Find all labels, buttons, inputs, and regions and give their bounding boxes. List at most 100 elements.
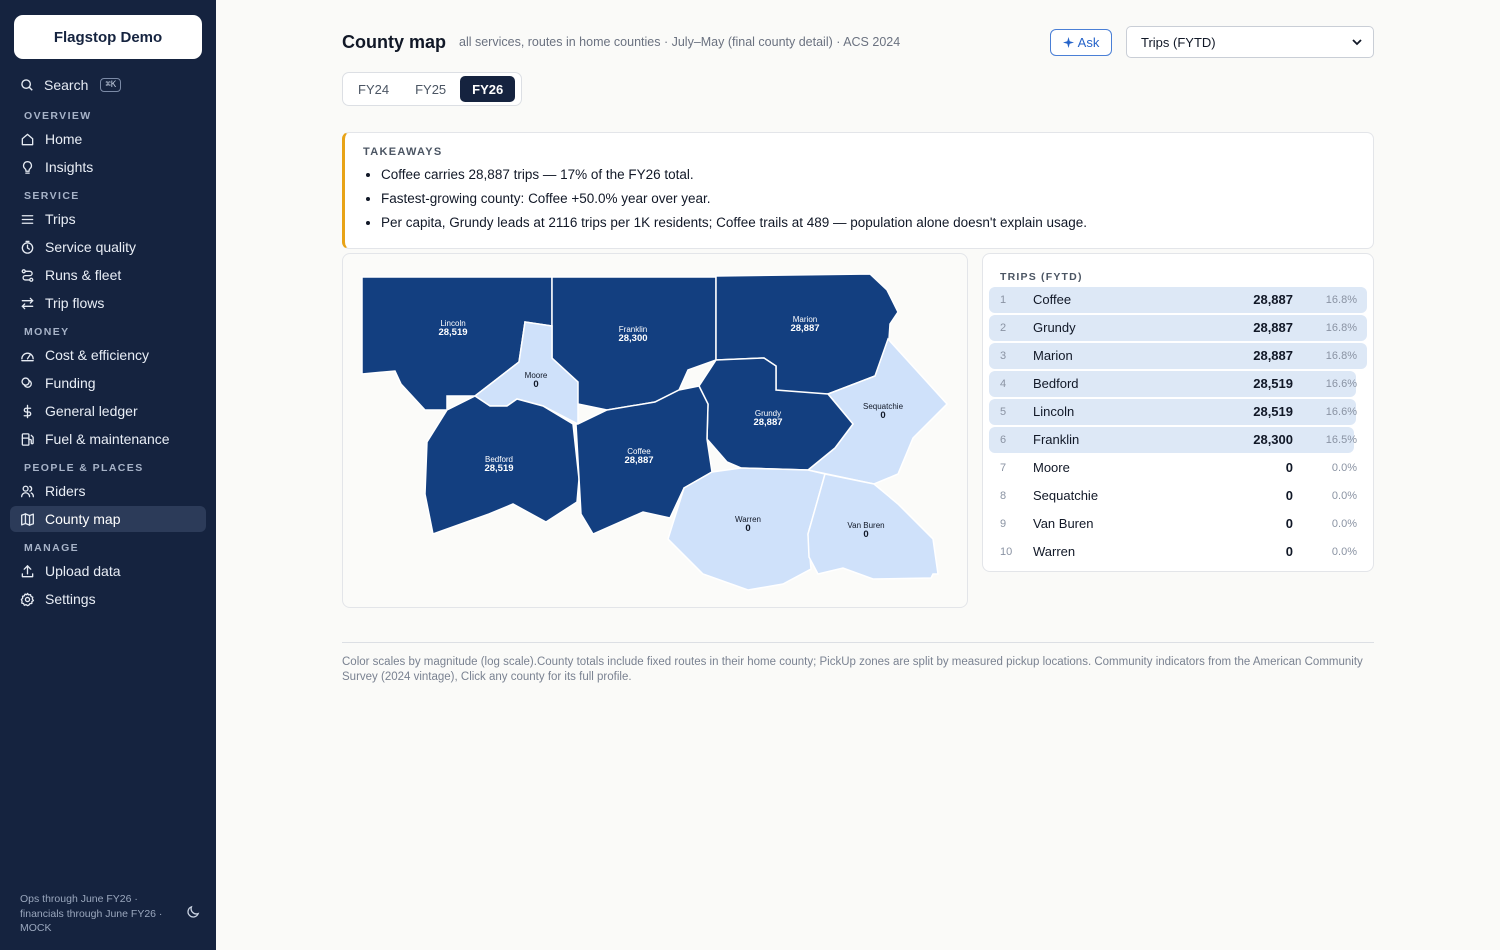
metric-selected-value: Trips (FYTD)	[1141, 34, 1216, 50]
sidebar: Flagstop Demo Search ⌘K OVERVIEW Home Insi…	[0, 0, 216, 950]
county-value-label: 0	[863, 529, 868, 540]
fy-option-fy26[interactable]: FY26	[460, 76, 516, 102]
county-value-label: 0	[880, 410, 885, 421]
sidebar-item-trips[interactable]: Trips	[10, 206, 206, 232]
fy-option-fy24[interactable]: FY24	[346, 76, 401, 102]
trip-count: 0	[1285, 460, 1293, 475]
ranking-row[interactable]: 10 Warren 0 0.0%	[989, 538, 1367, 566]
sidebar-item-insights[interactable]: Insights	[10, 154, 206, 180]
county-name: Lincoln	[1033, 404, 1075, 419]
map-icon	[21, 512, 34, 526]
ranking-title: TRIPS (FYTD)	[1000, 271, 1083, 283]
divider	[342, 642, 1374, 643]
sidebar-item-county-map[interactable]: County map	[10, 506, 206, 532]
fy-option-fy25[interactable]: FY25	[403, 76, 458, 102]
county-warren[interactable]: Warren0	[667, 467, 826, 591]
sidebar-item-home[interactable]: Home	[10, 126, 206, 152]
county-name: Moore	[1033, 460, 1070, 475]
ranking-row[interactable]: 7 Moore 0 0.0%	[989, 454, 1367, 482]
share-percent: 16.5%	[1325, 434, 1357, 446]
trip-count: 0	[1285, 544, 1293, 559]
share-percent: 0.0%	[1331, 490, 1357, 502]
app-brand[interactable]: Flagstop Demo	[14, 15, 202, 59]
county-value-label: 0	[533, 379, 538, 390]
county-value-label: 28,887	[790, 323, 819, 334]
county-map-card: Lincoln 28,519 Franklin 28,300 Marion 28,887 M…	[342, 253, 968, 608]
rank-number: 5	[1000, 406, 1007, 418]
main-content: County map all services, routes in home …	[216, 0, 1500, 950]
takeaway-item: Per capita, Grundy leads at 2116 trips p…	[381, 211, 1355, 235]
county-van-buren[interactable]: Van Buren0	[807, 473, 939, 580]
ranking-row[interactable]: 2 Grundy 28,887 16.8%	[989, 314, 1367, 342]
county-value-label: 28,300	[618, 333, 647, 344]
rank-number: 7	[1000, 462, 1007, 474]
sidebar-item-label: Insights	[45, 159, 94, 175]
county-value-label: 28,887	[624, 455, 653, 466]
sidebar-item-label: Riders	[45, 483, 86, 499]
sidebar-item-general-ledger[interactable]: General ledger	[10, 398, 206, 424]
search-icon	[21, 79, 33, 91]
page-title: County map	[342, 32, 447, 52]
nav-section-title: MANAGE	[24, 542, 80, 554]
sidebar-item-cost-and-efficiency[interactable]: Cost & efficiency	[10, 342, 206, 368]
ranking-row[interactable]: 5 Lincoln 28,519 16.6%	[989, 398, 1367, 426]
fuel-icon	[21, 432, 34, 446]
takeaway-item: Coffee carries 28,887 trips — 17% of the…	[381, 163, 1355, 187]
moon-icon[interactable]	[186, 904, 201, 919]
share-percent: 16.6%	[1325, 378, 1357, 390]
metric-select[interactable]: Trips (FYTD)	[1126, 26, 1374, 58]
share-percent: 16.8%	[1325, 294, 1357, 306]
ask-button[interactable]: Ask	[1050, 29, 1112, 56]
sidebar-item-runs-and-fleet[interactable]: Runs & fleet	[10, 262, 206, 288]
sidebar-item-riders[interactable]: Riders	[10, 478, 206, 504]
ranking-row[interactable]: 9 Van Buren 0 0.0%	[989, 510, 1367, 538]
rank-number: 2	[1000, 322, 1007, 334]
nav-section-title: MONEY	[24, 326, 70, 338]
sidebar-item-label: General ledger	[45, 403, 138, 419]
sidebar-item-funding[interactable]: Funding	[10, 370, 206, 396]
ranking-row[interactable]: 8 Sequatchie 0 0.0%	[989, 482, 1367, 510]
ranking-row[interactable]: 6 Franklin 28,300 16.5%	[989, 426, 1367, 454]
ranking-row[interactable]: 1 Coffee 28,887 16.8%	[989, 286, 1367, 314]
ranking-list: 1 Coffee 28,887 16.8% 2 Grundy 28,887 16.8% 3 Mar…	[989, 286, 1367, 566]
sidebar-item-fuel-and-maintenance[interactable]: Fuel & maintenance	[10, 426, 206, 452]
share-percent: 0.0%	[1331, 462, 1357, 474]
rank-number: 8	[1000, 490, 1007, 502]
sidebar-item-label: Service quality	[45, 239, 137, 255]
county-name: Marion	[1033, 348, 1073, 363]
sidebar-item-trip-flows[interactable]: Trip flows	[10, 290, 206, 316]
trip-count: 0	[1285, 488, 1293, 503]
chevron-down-icon	[1352, 39, 1362, 46]
sidebar-item-label: County map	[45, 511, 121, 527]
share-percent: 0.0%	[1331, 546, 1357, 558]
trip-count: 0	[1285, 516, 1293, 531]
nav-section-title: SERVICE	[24, 190, 80, 202]
trip-count: 28,519	[1253, 376, 1293, 391]
methodology-note: Color scales by magnitude (log scale).Co…	[342, 656, 1363, 683]
sidebar-item-upload-data[interactable]: Upload data	[10, 558, 206, 584]
page-subtitle: all services, routes in home counties · …	[459, 35, 901, 49]
trip-count: 28,300	[1253, 432, 1293, 447]
route-icon	[21, 268, 34, 282]
sidebar-item-label: Trips	[45, 211, 76, 227]
rank-number: 6	[1000, 434, 1007, 446]
search-button[interactable]: Search ⌘K	[20, 77, 122, 93]
county-value-label: 28,519	[484, 463, 513, 474]
county-value-label: 28,519	[438, 327, 467, 338]
county-name: Warren	[1033, 544, 1076, 559]
lightbulb-icon	[22, 160, 33, 174]
takeaways-list: Coffee carries 28,887 trips — 17% of the…	[363, 163, 1355, 235]
sidebar-item-service-quality[interactable]: Service quality	[10, 234, 206, 260]
sidebar-item-label: Cost & efficiency	[45, 347, 150, 363]
rank-number: 4	[1000, 378, 1007, 390]
county-name: Coffee	[1033, 292, 1072, 307]
ranking-row[interactable]: 4 Bedford 28,519 16.6%	[989, 370, 1367, 398]
sidebar-item-label: Settings	[45, 591, 96, 607]
share-percent: 16.6%	[1325, 406, 1357, 418]
sidebar-item-settings[interactable]: Settings	[10, 586, 206, 612]
data-freshness-note: Ops through June FY26 · financials throu…	[20, 893, 163, 934]
ranking-row[interactable]: 3 Marion 28,887 16.8%	[989, 342, 1367, 370]
home-icon	[21, 133, 34, 145]
county-bedford[interactable]: Bedford28,519	[424, 395, 580, 535]
nav-section-title: PEOPLE & PLACES	[24, 462, 144, 474]
